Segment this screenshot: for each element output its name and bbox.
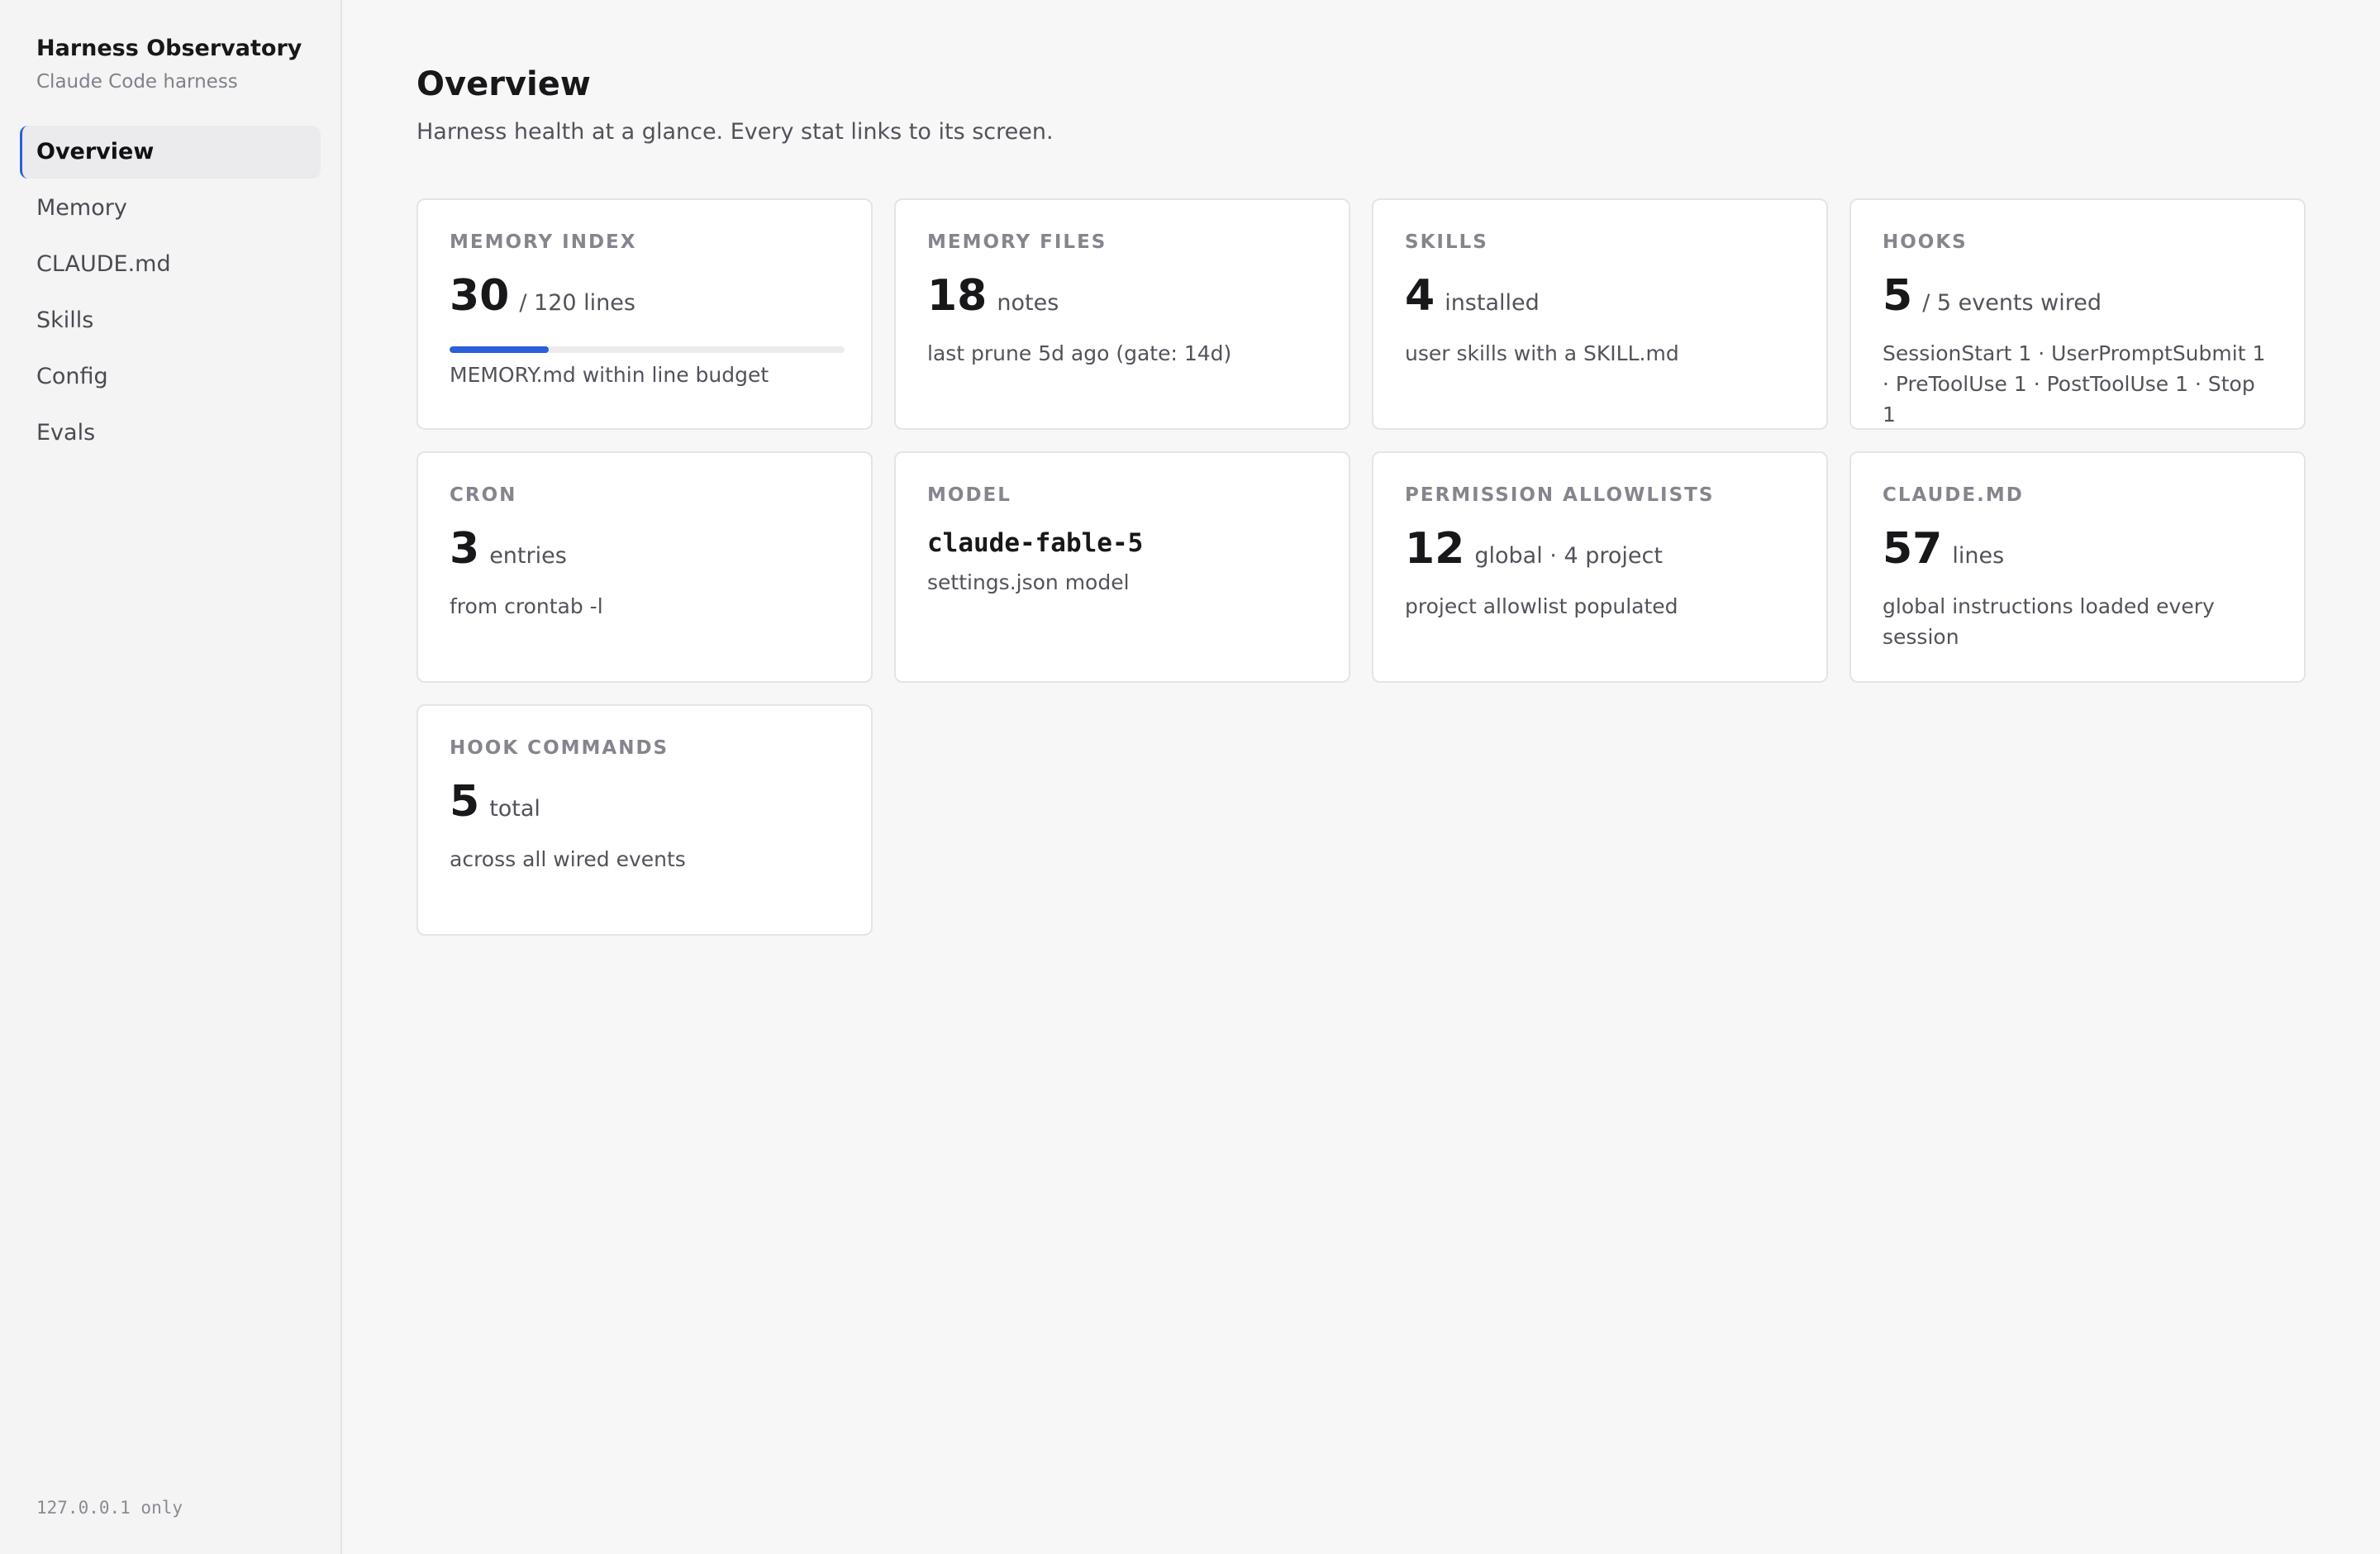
card-description: user skills with a SKILL.md — [1405, 341, 1679, 365]
card-value-row: 18 notes — [927, 271, 1319, 328]
card-value: 57 — [1883, 524, 1943, 574]
page-subtitle: Harness health at a glance. Every stat l… — [416, 119, 1054, 145]
memory-progress-bar — [450, 346, 845, 353]
card-unit: total — [489, 796, 540, 822]
card-value-row: 5 total — [450, 777, 841, 834]
app-subtitle: Claude Code harness — [36, 71, 238, 93]
card-memory-files[interactable]: MEMORY FILES 18 notes last prune 5d ago … — [894, 198, 1350, 430]
page-title: Overview — [416, 65, 591, 103]
card-label: HOOKS — [1883, 231, 1968, 253]
card-cron[interactable]: CRON 3 entries from crontab -l — [416, 451, 873, 683]
sidebar-nav: Overview Memory CLAUDE.md Skills Config … — [20, 126, 321, 460]
card-label: MODEL — [927, 484, 1011, 506]
card-unit: installed — [1445, 290, 1540, 316]
card-label: CRON — [450, 484, 517, 506]
sidebar-item-memory[interactable]: Memory — [20, 182, 321, 235]
card-description: MEMORY.md within line budget — [450, 363, 769, 387]
sidebar-item-skills[interactable]: Skills — [20, 294, 321, 347]
sidebar-item-evals[interactable]: Evals — [20, 407, 321, 460]
card-value-row: 12 global · 4 project — [1405, 524, 1797, 581]
card-memory-index[interactable]: MEMORY INDEX 30 / 120 lines MEMORY.md wi… — [416, 198, 873, 430]
card-skills[interactable]: SKILLS 4 installed user skills with a SK… — [1372, 198, 1828, 430]
sidebar-item-config[interactable]: Config — [20, 350, 321, 403]
card-label: HOOK COMMANDS — [450, 737, 669, 759]
card-value: 5 — [450, 777, 480, 827]
card-description: last prune 5d ago (gate: 14d) — [927, 341, 1232, 365]
card-label: MEMORY INDEX — [450, 231, 637, 253]
card-unit: notes — [997, 290, 1059, 316]
card-description: settings.json model — [927, 570, 1130, 594]
card-value: 12 — [1405, 524, 1465, 574]
card-unit: global · 4 project — [1474, 543, 1663, 569]
sidebar: Harness Observatory Claude Code harness … — [0, 0, 342, 1554]
card-label: PERMISSION ALLOWLISTS — [1405, 484, 1715, 506]
card-label: SKILLS — [1405, 231, 1488, 253]
sidebar-footer: 127.0.0.1 only — [36, 1498, 183, 1518]
card-model[interactable]: MODEL claude-fable-5 settings.json model — [894, 451, 1350, 683]
sidebar-item-claude-md[interactable]: CLAUDE.md — [20, 238, 321, 291]
stat-grid: MEMORY INDEX 30 / 120 lines MEMORY.md wi… — [416, 198, 2307, 936]
card-description: across all wired events — [450, 847, 686, 871]
card-value: 30 — [450, 271, 510, 321]
card-description: global instructions loaded every session — [1883, 594, 2215, 649]
card-description: from crontab -l — [450, 594, 603, 618]
memory-progress-fill — [450, 346, 549, 353]
card-value-row: 57 lines — [1883, 524, 2274, 581]
main-content: Overview Harness health at a glance. Eve… — [342, 0, 2380, 1554]
card-unit: lines — [1952, 543, 2005, 569]
card-claude-md[interactable]: CLAUDE.MD 57 lines global instructions l… — [1849, 451, 2306, 683]
card-description: SessionStart 1 · UserPromptSubmit 1 · Pr… — [1883, 341, 2266, 427]
card-value-row: 4 installed — [1405, 271, 1797, 328]
card-value-row: 3 entries — [450, 524, 841, 581]
sidebar-item-overview[interactable]: Overview — [20, 126, 321, 179]
model-name: claude-fable-5 — [927, 528, 1144, 558]
card-value: 5 — [1883, 271, 1913, 321]
card-unit: / 120 lines — [519, 290, 635, 316]
card-unit: / 5 events wired — [1922, 290, 2102, 316]
card-permission-allowlists[interactable]: PERMISSION ALLOWLISTS 12 global · 4 proj… — [1372, 451, 1828, 683]
card-description: project allowlist populated — [1405, 594, 1678, 618]
card-hooks[interactable]: HOOKS 5 / 5 events wired SessionStart 1 … — [1849, 198, 2306, 430]
card-value: 4 — [1405, 271, 1435, 321]
card-unit: entries — [489, 543, 567, 569]
card-value-row: 5 / 5 events wired — [1883, 271, 2274, 328]
card-hook-commands[interactable]: HOOK COMMANDS 5 total across all wired e… — [416, 704, 873, 936]
card-value: 18 — [927, 271, 988, 321]
card-label: MEMORY FILES — [927, 231, 1107, 253]
card-label: CLAUDE.MD — [1883, 484, 2024, 506]
card-value-row: 30 / 120 lines — [450, 271, 841, 328]
card-value: 3 — [450, 524, 480, 574]
app-title: Harness Observatory — [36, 36, 302, 61]
app-root: Harness Observatory Claude Code harness … — [0, 0, 2380, 1554]
